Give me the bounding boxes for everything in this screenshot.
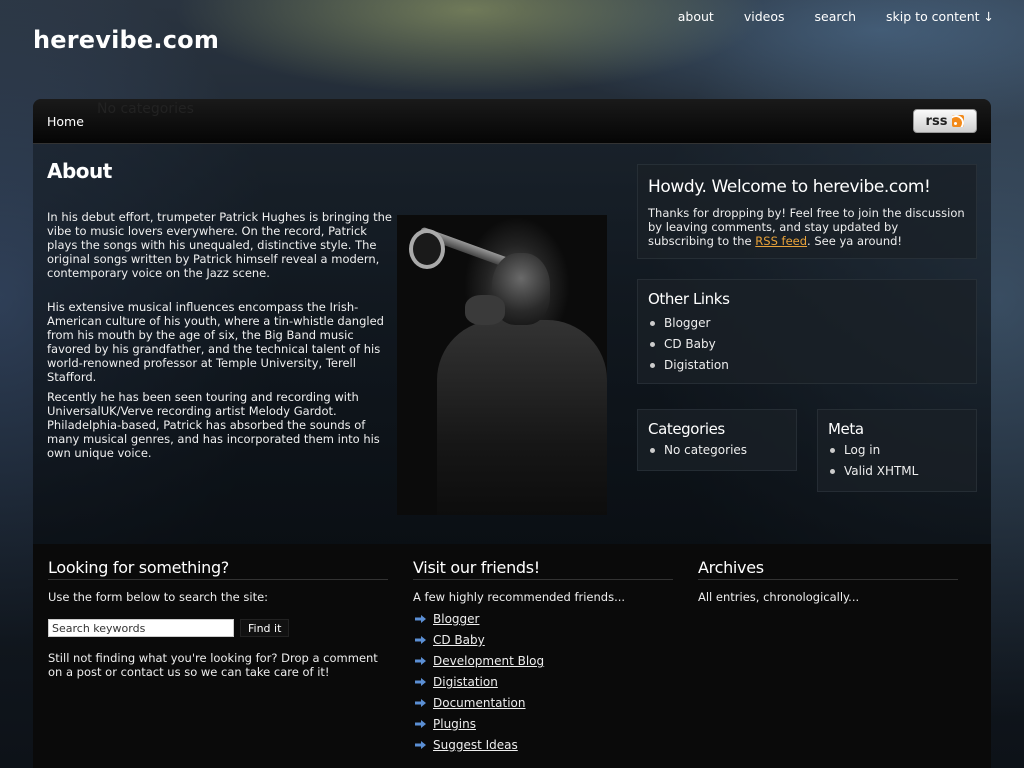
navbar-no-categories-text: No categories <box>97 101 194 117</box>
welcome-text: Thanks for dropping by! Feel free to joi… <box>648 206 965 248</box>
arrow-right-icon <box>415 657 426 665</box>
meta-box: Meta Log in Valid XHTML <box>817 409 977 492</box>
search-heading: Looking for something? <box>48 558 388 580</box>
arrow-right-icon <box>415 678 426 686</box>
friends-heading: Visit our friends! <box>413 558 673 580</box>
categories-box: Categories No categories <box>637 409 797 471</box>
meta-valid-xhtml[interactable]: Valid XHTML <box>828 464 966 478</box>
friend-link-suggest-ideas[interactable]: Suggest Ideas <box>433 738 518 752</box>
other-link-blogger[interactable]: Blogger <box>648 316 966 330</box>
friend-link-plugins[interactable]: Plugins <box>433 717 476 731</box>
other-link-cd-baby[interactable]: CD Baby <box>648 337 966 351</box>
arrow-right-icon <box>415 699 426 707</box>
nav-home[interactable]: Home <box>47 114 84 129</box>
friend-link-documentation[interactable]: Documentation <box>433 696 526 710</box>
friend-item: CD Baby <box>413 633 673 647</box>
friend-item: Blogger <box>413 612 673 626</box>
categories-heading: Categories <box>648 420 725 438</box>
friend-link-cd-baby[interactable]: CD Baby <box>433 633 485 647</box>
welcome-box: Howdy. Welcome to herevibe.com! Thanks f… <box>637 164 977 259</box>
friend-item: Development Blog <box>413 654 673 668</box>
search-input[interactable] <box>48 619 234 637</box>
footer-archives-column: Archives All entries, chronologically... <box>698 558 958 604</box>
footer-search-column: Looking for something? Use the form belo… <box>48 558 388 679</box>
friend-item: Digistation <box>413 675 673 689</box>
archives-intro: All entries, chronologically... <box>698 590 860 604</box>
arrow-right-icon <box>415 720 426 728</box>
friend-link-blogger[interactable]: Blogger <box>433 612 479 626</box>
about-paragraph-1: In his debut effort, trumpeter Patrick H… <box>47 210 392 280</box>
rss-feed-link[interactable]: RSS feed <box>755 234 807 248</box>
friend-item: Documentation <box>413 696 673 710</box>
other-links-box: Other Links Blogger CD Baby Digistation <box>637 279 977 384</box>
friends-intro: A few highly recommended friends... <box>413 590 626 604</box>
arrow-right-icon <box>415 741 426 749</box>
rss-label: rss <box>925 113 948 129</box>
friend-link-digistation[interactable]: Digistation <box>433 675 498 689</box>
welcome-heading: Howdy. Welcome to herevibe.com! <box>648 177 931 197</box>
nav-videos[interactable]: videos <box>744 9 785 24</box>
about-paragraph-2: His extensive musical influences encompa… <box>47 300 384 384</box>
rss-button[interactable]: rss <box>913 109 977 133</box>
other-links-heading: Other Links <box>648 290 730 308</box>
footer-friends-column: Visit our friends! A few highly recommen… <box>413 558 673 759</box>
nav-skip-to-content[interactable]: skip to content ↓ <box>886 9 994 24</box>
find-it-button[interactable]: Find it <box>240 619 290 637</box>
main-content-panel: Home No categories rss About In his debu… <box>33 99 991 544</box>
friend-item: Plugins <box>413 717 673 731</box>
archives-heading: Archives <box>698 558 958 580</box>
friends-list: Blogger CD Baby Development Blog Digista… <box>413 612 673 752</box>
meta-log-in[interactable]: Log in <box>828 443 966 457</box>
nav-about[interactable]: about <box>678 9 714 24</box>
search-intro: Use the form below to search the site: <box>48 590 269 604</box>
arrow-right-icon <box>415 615 426 623</box>
trumpeter-photo <box>397 215 607 515</box>
meta-heading: Meta <box>828 420 864 438</box>
about-heading: About <box>47 159 112 183</box>
search-outro: Still not finding what you're looking fo… <box>48 651 378 679</box>
search-form: Find it <box>48 619 388 637</box>
nav-search[interactable]: search <box>815 9 857 24</box>
friend-link-development-blog[interactable]: Development Blog <box>433 654 544 668</box>
category-item: No categories <box>648 443 786 457</box>
rss-icon <box>952 115 965 127</box>
footer: Looking for something? Use the form belo… <box>33 544 991 768</box>
navbar: Home No categories rss <box>33 99 991 144</box>
friend-item: Suggest Ideas <box>413 738 673 752</box>
arrow-right-icon <box>415 636 426 644</box>
top-nav: about videos search skip to content ↓ <box>678 9 994 24</box>
other-link-digistation[interactable]: Digistation <box>648 358 966 372</box>
site-title[interactable]: herevibe.com <box>33 26 219 54</box>
about-paragraph-3: Recently he has been seen touring and re… <box>47 390 380 460</box>
